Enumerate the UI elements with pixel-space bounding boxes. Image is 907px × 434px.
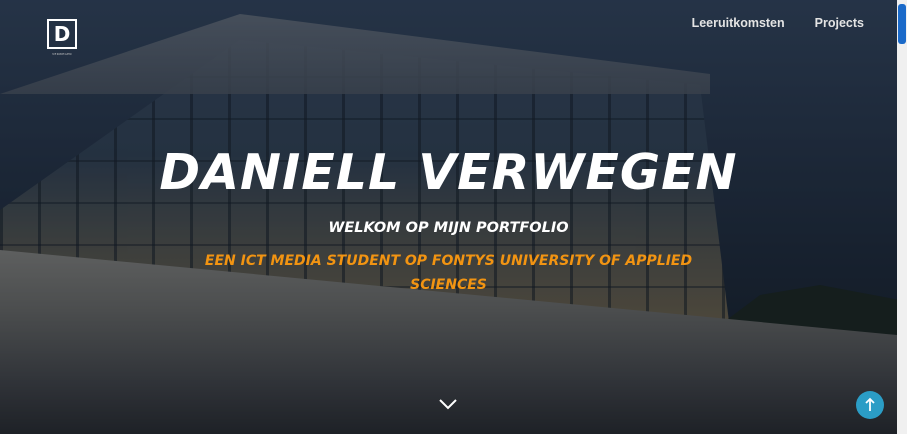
hero-subtitle-line-2: SCIENCES bbox=[410, 277, 487, 293]
arrow-up-icon bbox=[865, 397, 875, 411]
hero-subtitle-line-1: EEN ICT MEDIA STUDENT OP FONTYS UNIVERSI… bbox=[204, 253, 693, 269]
hero-section: D VERWEGEN Leeruitkomsten Projects DANIE… bbox=[0, 0, 897, 434]
page-scrollbar[interactable] bbox=[897, 0, 907, 434]
hero-welcome: WELKOM OP MIJN PORTFOLIO bbox=[328, 220, 569, 236]
nav-link-leeruitkomsten[interactable]: Leeruitkomsten bbox=[692, 16, 785, 30]
main-nav: Leeruitkomsten Projects bbox=[692, 16, 864, 30]
chevron-down-icon[interactable] bbox=[437, 393, 459, 415]
logo-subtext: VERWEGEN bbox=[52, 52, 72, 56]
hero-overlay bbox=[0, 0, 897, 434]
site-logo[interactable]: D bbox=[47, 19, 77, 49]
hero-title: DANIELL VERWEGEN bbox=[159, 144, 738, 201]
nav-link-projects[interactable]: Projects bbox=[815, 16, 864, 30]
scrollbar-thumb[interactable] bbox=[898, 4, 906, 44]
back-to-top-button[interactable] bbox=[856, 391, 884, 419]
hero-subtitle: EEN ICT MEDIA STUDENT OP FONTYS UNIVERSI… bbox=[200, 249, 697, 297]
